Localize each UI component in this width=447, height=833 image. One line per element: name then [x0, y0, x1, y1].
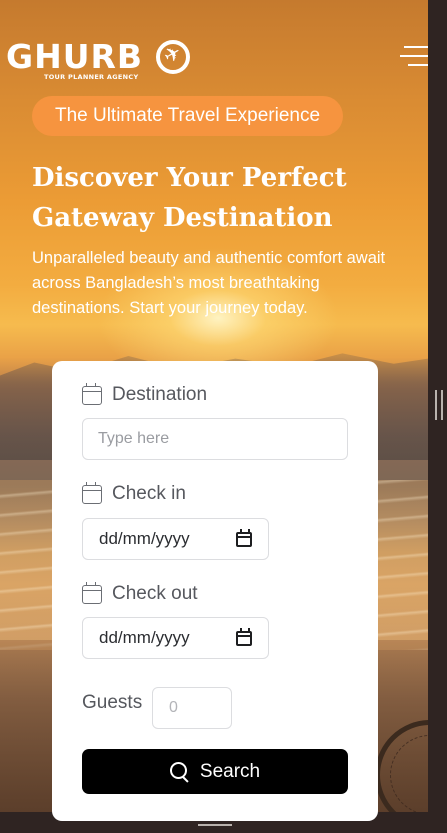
check-in-label-text: Check in [112, 483, 186, 504]
logo-subtitle: TOUR PLANNER AGENCY [44, 73, 139, 81]
date-picker-icon[interactable] [236, 627, 252, 646]
check-in-date-field[interactable]: dd/mm/yyyy [82, 518, 269, 560]
hero-title: Discover Your Perfect Gateway Destinatio… [32, 163, 347, 233]
check-in-label: Check in [82, 481, 186, 505]
airplane-icon [156, 40, 190, 74]
hero-description: Unparalleled beauty and authentic comfor… [32, 249, 386, 317]
logo-text: GHURB [6, 37, 144, 76]
check-out-label-text: Check out [112, 583, 198, 604]
destination-label-text: Destination [112, 384, 208, 405]
check-out-date-value: dd/mm/yyyy [99, 628, 190, 647]
destination-input[interactable] [82, 418, 348, 460]
search-button-label: Search [199, 760, 261, 782]
check-in-date-value: dd/mm/yyyy [99, 529, 190, 548]
tagline-badge: The Ultimate Travel Experience [32, 96, 343, 136]
vertical-resize-handle[interactable] [435, 390, 443, 420]
calendar-icon [82, 481, 102, 504]
guests-input[interactable] [152, 687, 232, 729]
site-logo[interactable]: GHURB TOUR PLANNER AGENCY [6, 38, 196, 84]
hamburger-menu-icon[interactable] [398, 46, 428, 68]
guests-label: Guests [82, 692, 143, 713]
search-icon [169, 761, 190, 782]
calendar-icon [82, 581, 102, 604]
check-out-date-field[interactable]: dd/mm/yyyy [82, 617, 269, 659]
date-picker-icon[interactable] [236, 528, 252, 547]
check-out-label: Check out [82, 581, 198, 605]
calendar-icon [82, 382, 102, 405]
search-button[interactable]: Search [82, 749, 348, 794]
destination-label: Destination [82, 382, 208, 406]
